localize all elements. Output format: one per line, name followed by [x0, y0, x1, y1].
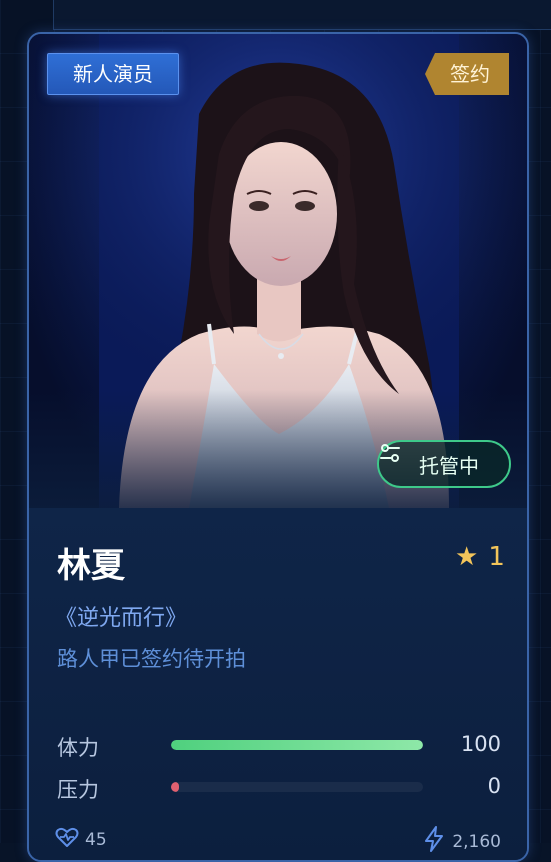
lightning-icon	[424, 826, 444, 857]
likes-value: 45	[85, 830, 107, 850]
stamina-bar-fill	[171, 740, 423, 750]
stress-bar-fill	[171, 782, 179, 792]
star-icon: ★	[455, 542, 478, 572]
actor-name: 林夏	[57, 538, 125, 587]
managed-button[interactable]: 托管中	[377, 440, 511, 488]
stress-bar	[171, 782, 423, 792]
project-title[interactable]: 《逆光而行》	[55, 600, 187, 632]
energy-value: 2,160	[452, 832, 501, 852]
contract-tag: 签约	[425, 53, 509, 95]
stat-value-stress: 0	[488, 774, 501, 798]
managed-label: 托管中	[419, 450, 479, 479]
star-rating: ★ 1	[455, 542, 505, 572]
heart-pulse-icon	[55, 826, 79, 853]
stat-value-stamina: 100	[461, 732, 501, 756]
previous-card-edge	[53, 0, 551, 30]
actor-portrait: 新人演员 签约 托管中	[29, 34, 527, 508]
actor-status: 路人甲已签约待开拍	[57, 643, 246, 673]
star-count: 1	[488, 542, 505, 572]
portrait-illustration	[29, 34, 527, 508]
new-actor-tag: 新人演员	[47, 53, 179, 95]
stat-label-stamina: 体力	[57, 732, 99, 762]
likes-stat: 45	[55, 826, 107, 853]
stamina-bar	[171, 740, 423, 750]
stat-label-stress: 压力	[57, 774, 99, 804]
actor-info: 林夏 ★ 1 《逆光而行》 路人甲已签约待开拍 体力 100 压力 0 45	[29, 508, 527, 862]
energy-stat: 2,160	[424, 826, 501, 857]
actor-card[interactable]: 新人演员 签约 托管中 林夏 ★ 1 《逆光而行》 路人甲已签约待开拍 体力	[27, 32, 529, 862]
